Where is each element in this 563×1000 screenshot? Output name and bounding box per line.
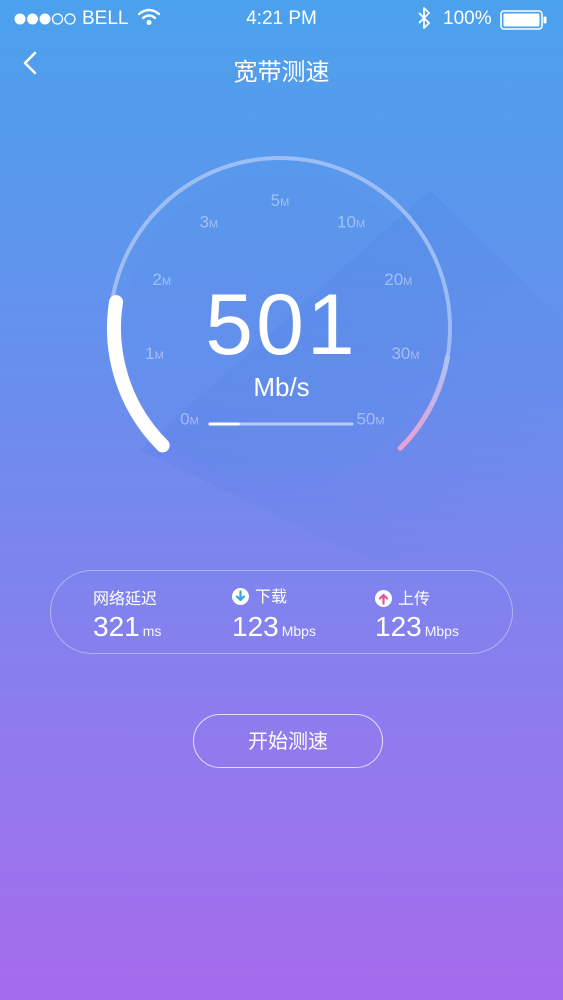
upload-arrow-icon [375,590,392,607]
speed-test-screen: BELL 4:21 PM 100% 宽带测速 0M 1M 2M 3M 5M 10… [0,0,563,1000]
latency-value: 321 [93,611,140,642]
download-label: 下载 [255,587,288,606]
upload-value: 123 [375,611,422,642]
latency-label: 网络延迟 [93,589,158,608]
download-value: 123 [232,611,279,642]
latency-unit: ms [142,623,162,639]
speed-value: 501 [205,277,358,373]
download-arrow-icon [232,588,249,605]
start-test-button[interactable]: 开始测速 [193,714,383,768]
speed-unit: Mb/s [253,372,310,402]
upload-label: 上传 [398,589,431,608]
stats-panel: 网络延迟 321 ms 下载 123 Mbps 上传 123 Mbps [50,570,513,654]
download-unit: Mbps [281,623,316,639]
upload-unit: Mbps [424,623,459,639]
